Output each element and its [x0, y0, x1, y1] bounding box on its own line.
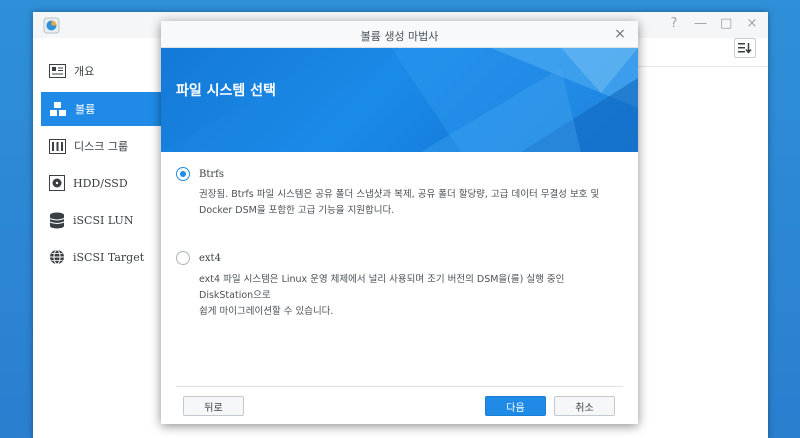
btrfs-desc-line2: Docker DSM을 포함한 고급 기능을 지원합니다.	[199, 205, 395, 216]
option-ext4[interactable]: ext4	[176, 251, 221, 265]
sidebar-item-disk-group[interactable]: 디스크 그룹	[41, 129, 166, 163]
btrfs-desc-line1: 권장됨. Btrfs 파일 시스템은 공유 폴더 스냅샷과 복제, 공유 폴더 …	[199, 189, 600, 200]
ext4-label: ext4	[199, 252, 221, 264]
sidebar-item-iscsi-lun[interactable]: iSCSI LUN	[41, 203, 166, 237]
disk-group-icon	[49, 138, 66, 154]
iscsi-target-icon	[50, 249, 64, 265]
btrfs-radio[interactable]	[176, 167, 190, 181]
sort-icon	[738, 43, 752, 54]
cancel-button[interactable]: 취소	[554, 396, 615, 416]
window-controls: ? — □ ×	[668, 16, 758, 32]
dialog-title: 볼륨 생성 마법사	[360, 30, 439, 43]
minimize-icon[interactable]: —	[694, 16, 707, 32]
sidebar-item-label: iSCSI Target	[73, 250, 145, 264]
sidebar-item-label: 볼륨	[75, 103, 96, 116]
sidebar-item-label: iSCSI LUN	[73, 213, 134, 227]
ext4-description: ext4 파일 시스템은 Linux 운영 체제에서 널리 사용되며 조기 버전…	[199, 272, 619, 320]
dialog-titlebar[interactable]: 볼륨 생성 마법사 ×	[161, 21, 638, 48]
storage-manager-logo-icon	[43, 17, 60, 34]
maximize-icon[interactable]: □	[720, 16, 732, 32]
option-btrfs[interactable]: Btrfs	[176, 167, 224, 181]
sidebar-item-iscsi-target[interactable]: iSCSI Target	[41, 240, 166, 274]
back-button[interactable]: 뒤로	[183, 396, 244, 416]
iscsi-lun-icon	[49, 212, 65, 228]
volume-icon	[50, 102, 66, 116]
btrfs-label: Btrfs	[199, 168, 224, 180]
dialog-close-icon[interactable]: ×	[612, 26, 628, 42]
banner-title: 파일 시스템 선택	[176, 83, 276, 99]
overview-icon	[49, 64, 66, 78]
footer-divider	[176, 386, 623, 387]
sort-button[interactable]	[734, 38, 756, 58]
sidebar-item-hdd-ssd[interactable]: HDD/SSD	[41, 166, 166, 200]
btrfs-description: 권장됨. Btrfs 파일 시스템은 공유 폴더 스냅샷과 복제, 공유 폴더 …	[199, 187, 619, 219]
banner-pattern-icon	[161, 48, 638, 152]
sidebar-item-volume[interactable]: 볼륨	[41, 92, 166, 126]
ext4-desc-line2: 쉽게 마이그레이션할 수 있습니다.	[199, 306, 334, 317]
close-icon[interactable]: ×	[746, 16, 758, 32]
sidebar-item-label: 디스크 그룹	[74, 140, 129, 153]
sidebar: 개요 볼륨 디스크 그룹 HDD/SSD iSCSI LUN iSCSI Tar…	[33, 38, 166, 438]
ext4-radio[interactable]	[176, 251, 190, 265]
volume-wizard-dialog: 볼륨 생성 마법사 × 파일 시스템 선택 Btrfs 권장됨. Btrfs 파…	[161, 21, 638, 424]
hdd-icon	[49, 175, 65, 191]
ext4-desc-line1: ext4 파일 시스템은 Linux 운영 체제에서 널리 사용되며 조기 버전…	[199, 274, 565, 301]
sidebar-item-overview[interactable]: 개요	[41, 54, 166, 88]
help-icon[interactable]: ?	[668, 16, 680, 32]
next-button[interactable]: 다음	[485, 396, 546, 416]
wizard-banner: 파일 시스템 선택	[161, 48, 638, 152]
sidebar-item-label: 개요	[74, 65, 95, 78]
sidebar-item-label: HDD/SSD	[73, 176, 128, 190]
